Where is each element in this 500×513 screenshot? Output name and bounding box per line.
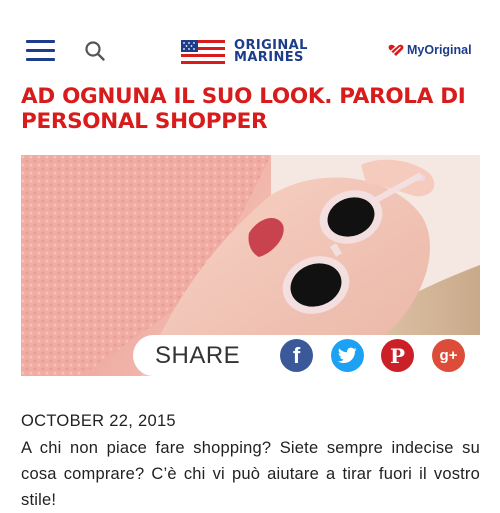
- facebook-icon: f: [292, 342, 301, 368]
- site-header: ORIGINAL MARINES MyOriginal: [0, 0, 500, 82]
- logo-text: ORIGINAL MARINES: [234, 39, 308, 65]
- us-flag-icon: [181, 40, 225, 64]
- twitter-share-button[interactable]: [331, 339, 364, 372]
- search-icon[interactable]: [84, 40, 106, 62]
- hamburger-menu-icon[interactable]: [26, 40, 55, 62]
- share-bar: SHARE f P g+: [133, 335, 480, 376]
- article-body: A chi non piace fare shopping? Siete sem…: [21, 439, 480, 509]
- article-title: AD OGNUNA IL SUO LOOK. PAROLA DI PERSONA…: [21, 84, 466, 134]
- logo-line-2: MARINES: [234, 50, 304, 65]
- heart-icon: [388, 44, 404, 56]
- facebook-share-button[interactable]: f: [280, 339, 313, 372]
- myoriginal-link[interactable]: MyOriginal: [388, 42, 472, 58]
- myoriginal-label: MyOriginal: [407, 43, 472, 57]
- pinterest-share-button[interactable]: P: [381, 339, 414, 372]
- share-label: SHARE: [155, 342, 241, 369]
- twitter-icon: [337, 347, 356, 364]
- article-date: OCTOBER 22, 2015: [21, 412, 176, 430]
- pinterest-icon: P: [389, 343, 406, 368]
- google-plus-icon: g+: [439, 347, 458, 364]
- site-logo[interactable]: ORIGINAL MARINES: [181, 39, 308, 65]
- google-plus-share-button[interactable]: g+: [432, 339, 465, 372]
